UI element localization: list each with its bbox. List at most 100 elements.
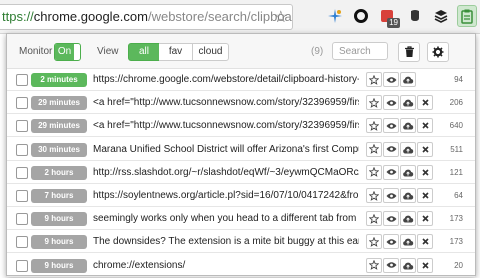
row-checkbox[interactable]: [16, 213, 28, 226]
media-icon[interactable]: 19: [377, 6, 400, 28]
row-checkbox[interactable]: [16, 166, 28, 179]
row-checkbox[interactable]: [16, 259, 28, 272]
view-eye-icon[interactable]: [383, 234, 399, 250]
favorite-star-icon[interactable]: [366, 164, 382, 180]
circle-ring-icon[interactable]: [351, 6, 371, 26]
time-badge: 29 minutes: [31, 119, 87, 134]
cloud-upload-icon[interactable]: [400, 234, 416, 250]
delete-x-icon[interactable]: [417, 211, 433, 227]
time-badge: 2 hours: [31, 165, 87, 180]
settings-button[interactable]: [427, 42, 449, 62]
clip-size: 64: [454, 191, 463, 200]
view-fav-button[interactable]: fav: [159, 43, 192, 61]
clip-text[interactable]: http://rss.slashdot.org/~r/slashdot/eqWf…: [93, 167, 359, 178]
clip-size: 173: [449, 237, 463, 247]
row-checkbox[interactable]: [16, 236, 28, 249]
list-item[interactable]: 2 hours http://rss.slashdot.org/~r/slashd…: [7, 162, 475, 184]
controls-bar: Monitor On View all fav cloud (9) Search: [7, 34, 475, 69]
row-checkbox[interactable]: [16, 74, 28, 86]
stack-icon[interactable]: [431, 6, 451, 26]
view-eye-icon[interactable]: [383, 95, 399, 111]
url-host: chrome.google.com: [33, 9, 148, 24]
view-eye-icon[interactable]: [383, 141, 399, 157]
search-input[interactable]: Search: [332, 42, 388, 60]
row-checkbox[interactable]: [16, 190, 28, 202]
list-item[interactable]: 9 hours seemingly works only when you hea…: [7, 208, 475, 231]
cloud-upload-icon[interactable]: [400, 72, 416, 87]
clipboard-history-popup: Monitor On View all fav cloud (9) Search…: [6, 33, 476, 277]
delete-x-icon[interactable]: [417, 95, 433, 111]
view-all-button[interactable]: all: [128, 43, 160, 61]
delete-x-icon[interactable]: [417, 141, 433, 157]
view-eye-icon[interactable]: [383, 257, 399, 273]
delete-x-icon[interactable]: [417, 118, 433, 134]
view-eye-icon[interactable]: [383, 211, 399, 227]
list-item[interactable]: 29 minutes <a href="http://www.tucsonnews…: [7, 115, 475, 138]
view-eye-icon[interactable]: [383, 164, 399, 180]
favorite-star-icon[interactable]: [366, 211, 382, 227]
time-badge: 9 hours: [31, 235, 87, 250]
url-text: ttps://chrome.google.com/webstore/search…: [2, 9, 292, 24]
clip-size: 173: [449, 214, 463, 224]
play-icon[interactable]: [405, 6, 425, 26]
view-cloud-button[interactable]: cloud: [192, 43, 229, 61]
time-badge: 9 hours: [31, 258, 87, 273]
monitor-toggle[interactable]: On: [54, 43, 81, 61]
list-item[interactable]: 29 minutes <a href="http://www.tucsonnews…: [7, 92, 475, 115]
time-badge: 2 minutes: [31, 73, 87, 87]
view-eye-icon[interactable]: [383, 72, 399, 87]
cloud-upload-icon[interactable]: [400, 95, 416, 111]
address-bar[interactable]: ttps://chrome.google.com/webstore/search…: [0, 4, 293, 30]
list-item[interactable]: 2 minutes https://chrome.google.com/webst…: [7, 69, 475, 91]
favorite-star-icon[interactable]: [366, 257, 382, 273]
clip-text[interactable]: <a href="http://www.tucsonnewsnow.com/st…: [93, 97, 359, 108]
delete-x-icon[interactable]: [417, 257, 433, 273]
list-item[interactable]: 9 hours The downsides? The extension is a…: [7, 231, 475, 254]
favorite-star-icon[interactable]: [366, 95, 382, 111]
delete-x-icon[interactable]: [417, 234, 433, 250]
extension-badge: 19: [387, 18, 400, 28]
view-eye-icon[interactable]: [383, 118, 399, 134]
clip-text[interactable]: https://soylentnews.org/article.pl?sid=1…: [93, 190, 359, 201]
list-item[interactable]: 7 hours https://soylentnews.org/article.p…: [7, 185, 475, 207]
clip-text[interactable]: Marana Unified School District will offe…: [93, 144, 359, 155]
puzzle-star-icon[interactable]: [325, 6, 345, 26]
time-badge: 29 minutes: [31, 96, 87, 111]
browser-toolbar: ttps://chrome.google.com/webstore/search…: [0, 0, 480, 34]
gear-icon: [432, 46, 444, 58]
favorite-star-icon[interactable]: [366, 118, 382, 134]
row-checkbox[interactable]: [16, 143, 28, 156]
clip-text[interactable]: https://chrome.google.com/webstore/detai…: [93, 74, 359, 85]
cloud-upload-icon[interactable]: [400, 164, 416, 180]
trash-icon: [404, 46, 414, 57]
favorite-star-icon[interactable]: [366, 234, 382, 250]
delete-x-icon[interactable]: [417, 188, 433, 203]
view-eye-icon[interactable]: [383, 188, 399, 203]
clipboard-icon[interactable]: [457, 5, 477, 27]
cloud-upload-icon[interactable]: [400, 211, 416, 227]
delete-x-icon[interactable]: [417, 164, 433, 180]
list-item[interactable]: 30 minutes Marana Unified School District…: [7, 139, 475, 161]
item-count: (9): [311, 46, 324, 57]
clip-text[interactable]: The downsides? The extension is a mite b…: [93, 236, 359, 247]
cloud-upload-icon[interactable]: [400, 188, 416, 203]
bookmark-star-icon[interactable]: ☆: [274, 7, 288, 27]
clip-size: 20: [454, 260, 463, 270]
trash-button[interactable]: [398, 42, 420, 62]
cloud-upload-icon[interactable]: [400, 257, 416, 273]
favorite-star-icon[interactable]: [366, 188, 382, 203]
url-scheme: ttps://: [2, 9, 34, 24]
cloud-upload-icon[interactable]: [400, 141, 416, 157]
favorite-star-icon[interactable]: [366, 72, 382, 87]
row-checkbox[interactable]: [16, 120, 28, 133]
clip-text[interactable]: <a href="http://www.tucsonnewsnow.com/st…: [93, 120, 359, 131]
time-badge: 9 hours: [31, 212, 87, 227]
time-badge: 7 hours: [31, 189, 87, 203]
favorite-star-icon[interactable]: [366, 141, 382, 157]
row-checkbox[interactable]: [16, 97, 28, 110]
clip-text[interactable]: seemingly works only when you head to a …: [93, 213, 359, 224]
list-item[interactable]: 9 hours chrome://extensions/20: [7, 255, 475, 277]
clip-size: 511: [450, 144, 463, 154]
cloud-upload-icon[interactable]: [400, 118, 416, 134]
clip-text[interactable]: chrome://extensions/: [93, 260, 359, 271]
